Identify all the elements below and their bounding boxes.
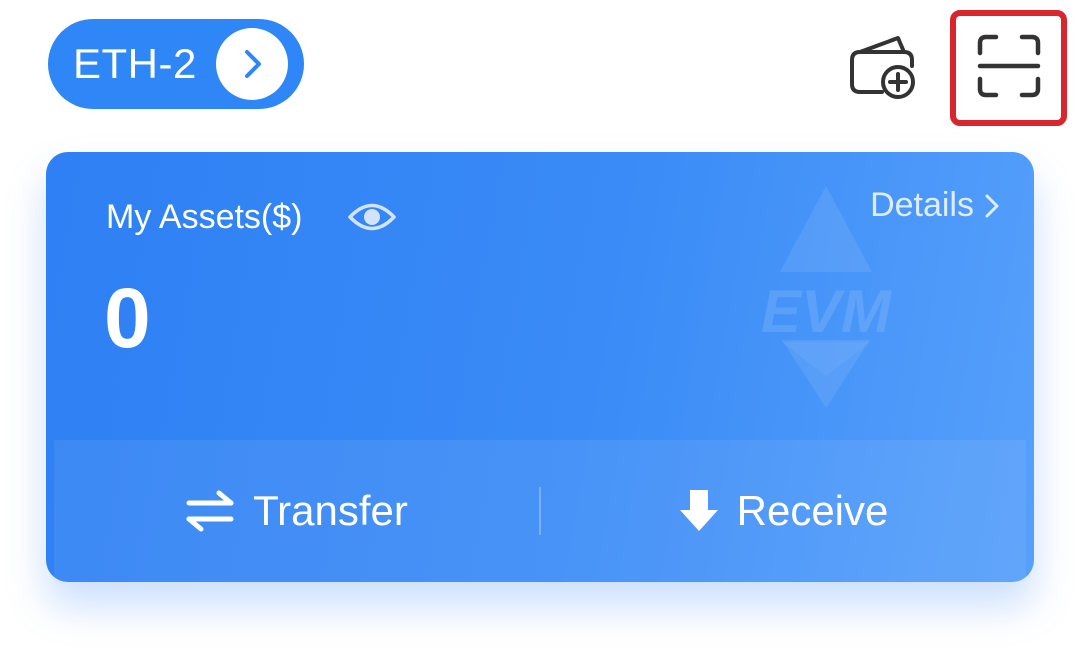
receive-label: Receive [736, 487, 889, 534]
eye-icon[interactable] [348, 200, 396, 234]
wallet-add-icon[interactable] [846, 30, 922, 100]
actions-bar: Transfer Receive [54, 440, 1026, 582]
chevron-right-icon [985, 194, 999, 217]
arrow-down-icon [679, 490, 718, 531]
network-selector[interactable]: ETH-2 [48, 19, 304, 109]
assets-card: EVM My Assets($) Details 0 Transfer Rece… [46, 152, 1034, 582]
scan-button[interactable] [950, 10, 1067, 126]
transfer-button[interactable]: Transfer [54, 440, 539, 582]
evm-watermark-text: EVM [761, 278, 893, 345]
assets-title: My Assets($) [106, 198, 303, 236]
balance-value: 0 [104, 271, 151, 365]
wallet-home-screen: ETH-2 EVM My Assets($) Details 0 Transfe… [0, 0, 1080, 648]
network-label: ETH-2 [73, 40, 197, 87]
details-label: Details [870, 186, 974, 224]
details-link[interactable]: Details [870, 186, 1000, 225]
swap-arrows-icon [186, 490, 234, 532]
receive-button[interactable]: Receive [541, 440, 1026, 582]
transfer-label: Transfer [253, 487, 408, 534]
chevron-right-icon [216, 28, 288, 100]
scan-icon [976, 33, 1042, 104]
